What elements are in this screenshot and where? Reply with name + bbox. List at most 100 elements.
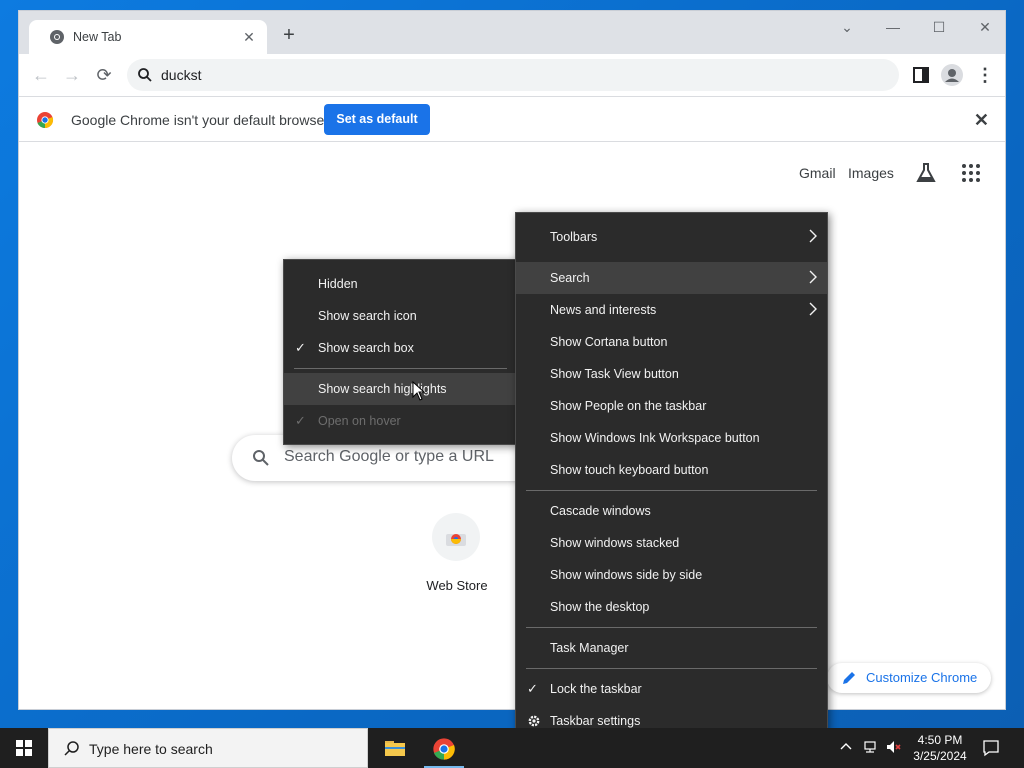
taskbar-search-box[interactable]: Type here to search: [48, 728, 368, 768]
search-icon: [138, 68, 152, 82]
customize-chrome-label: Customize Chrome: [866, 670, 978, 685]
gear-icon: [528, 715, 540, 727]
reload-button[interactable]: ⟳: [91, 62, 117, 88]
menu-item-show-windows-side-by-side[interactable]: Show windows side by side: [516, 559, 827, 591]
chevron-right-icon: [809, 229, 817, 243]
volume-muted-icon[interactable]: [885, 739, 901, 755]
ntp-search-placeholder: Search Google or type a URL: [284, 448, 494, 465]
menu-item-task-manager[interactable]: Task Manager: [516, 632, 827, 664]
menu-item-label: Toolbars: [550, 230, 598, 244]
menu-item-label: Show search highlights: [318, 382, 447, 396]
tab-new-tab[interactable]: New Tab ✕: [29, 20, 267, 54]
menu-item-toolbars[interactable]: Toolbars: [516, 221, 827, 253]
menu-item-show-people[interactable]: Show People on the taskbar: [516, 390, 827, 422]
title-bar: New Tab ✕ + ⌄ — ☐ ✕: [19, 11, 1005, 54]
menu-item-show-search-highlights[interactable]: Show search highlights: [284, 373, 517, 405]
tab-search-chevron-icon[interactable]: ⌄: [831, 15, 863, 39]
menu-item-label: Show touch keyboard button: [550, 463, 709, 477]
forward-button[interactable]: →: [59, 62, 85, 88]
google-apps-icon[interactable]: [961, 163, 981, 183]
tab-close-icon[interactable]: ✕: [239, 27, 259, 47]
menu-item-label: Open on hover: [318, 414, 401, 428]
checkmark-icon: ✓: [295, 340, 306, 355]
default-browser-infobar: Google Chrome isn't your default browser…: [19, 96, 1005, 142]
search-icon: [253, 450, 269, 466]
web-store-icon: [446, 534, 466, 546]
address-bar[interactable]: duckst: [127, 59, 899, 91]
search-submenu: Hidden Show search icon ✓ Show search bo…: [283, 259, 518, 445]
search-icon: [64, 741, 79, 756]
menu-item-show-task-view-button[interactable]: Show Task View button: [516, 358, 827, 390]
maximize-button[interactable]: ☐: [923, 15, 955, 39]
menu-item-label: Show search box: [318, 341, 414, 355]
menu-item-label: Show the desktop: [550, 600, 650, 614]
menu-item-show-search-icon[interactable]: Show search icon: [284, 300, 517, 332]
back-button[interactable]: ←: [28, 62, 54, 88]
clock-time: 4:50 PM: [917, 733, 963, 747]
checkmark-icon: ✓: [295, 413, 306, 428]
menu-item-label: Lock the taskbar: [550, 682, 642, 696]
minimize-button[interactable]: —: [877, 15, 909, 39]
menu-separator: [294, 368, 507, 369]
address-text[interactable]: duckst: [161, 67, 201, 83]
menu-kebab-icon[interactable]: ⋮: [973, 63, 997, 87]
menu-item-cascade-windows[interactable]: Cascade windows: [516, 495, 827, 527]
gmail-link[interactable]: Gmail: [799, 165, 836, 181]
chrome-logo-icon: [433, 738, 455, 760]
side-panel-icon[interactable]: [909, 63, 933, 87]
windows-taskbar: Type here to search 4:50 PM 3/25/2024: [0, 728, 1024, 768]
file-explorer-taskbar-button[interactable]: [371, 728, 419, 768]
menu-separator: [526, 627, 817, 628]
menu-item-label: Show Cortana button: [550, 335, 668, 349]
menu-separator: [526, 490, 817, 491]
menu-item-label: Show search icon: [318, 309, 417, 323]
profile-avatar-icon[interactable]: [940, 63, 964, 87]
pencil-icon: [843, 672, 855, 684]
menu-item-show-ink-workspace[interactable]: Show Windows Ink Workspace button: [516, 422, 827, 454]
menu-item-lock-the-taskbar[interactable]: ✓ Lock the taskbar: [516, 673, 827, 705]
chrome-taskbar-button[interactable]: [420, 728, 468, 768]
menu-item-search[interactable]: Search: [516, 262, 827, 294]
menu-item-label: Show People on the taskbar: [550, 399, 707, 413]
close-window-button[interactable]: ✕: [969, 15, 1001, 39]
menu-item-show-cortana-button[interactable]: Show Cortana button: [516, 326, 827, 358]
menu-item-show-search-box[interactable]: ✓ Show search box: [284, 332, 517, 364]
taskbar-clock[interactable]: 4:50 PM 3/25/2024: [908, 732, 972, 764]
menu-item-hidden[interactable]: Hidden: [284, 268, 517, 300]
menu-item-show-the-desktop[interactable]: Show the desktop: [516, 591, 827, 623]
menu-item-label: Cascade windows: [550, 504, 651, 518]
folder-icon: [385, 741, 405, 756]
menu-item-label: News and interests: [550, 303, 657, 317]
new-tab-button[interactable]: +: [277, 23, 301, 47]
infobar-message: Google Chrome isn't your default browser: [71, 112, 329, 128]
clock-date: 3/25/2024: [913, 749, 967, 763]
browser-toolbar: ← → ⟳ duckst ⋮: [19, 54, 1005, 96]
images-link[interactable]: Images: [848, 165, 894, 181]
labs-flask-icon[interactable]: [914, 161, 938, 185]
chevron-right-icon: [809, 270, 817, 284]
chrome-tab-icon: [50, 30, 64, 44]
menu-item-news-and-interests[interactable]: News and interests: [516, 294, 827, 326]
menu-item-label: Hidden: [318, 277, 358, 291]
windows-start-icon[interactable]: [0, 728, 48, 768]
menu-separator: [526, 668, 817, 669]
menu-item-label: Show windows side by side: [550, 568, 703, 582]
infobar-close-icon[interactable]: ✕: [974, 110, 989, 131]
taskbar-search-placeholder: Type here to search: [89, 741, 213, 757]
chevron-up-icon[interactable]: [838, 739, 854, 755]
customize-chrome-button[interactable]: Customize Chrome: [827, 663, 991, 693]
checkmark-icon: ✓: [527, 681, 538, 696]
web-store-label: Web Store: [426, 578, 488, 593]
network-icon[interactable]: [863, 739, 879, 755]
menu-item-show-windows-stacked[interactable]: Show windows stacked: [516, 527, 827, 559]
menu-item-open-on-hover: ✓ Open on hover: [284, 405, 517, 437]
menu-item-show-touch-keyboard[interactable]: Show touch keyboard button: [516, 454, 827, 486]
menu-item-label: Show Task View button: [550, 367, 679, 381]
notification-center-icon[interactable]: [982, 739, 1000, 757]
menu-item-label: Task Manager: [550, 641, 629, 655]
tab-title: New Tab: [73, 30, 122, 44]
set-as-default-button[interactable]: Set as default: [324, 104, 430, 135]
chrome-logo-icon: [37, 112, 54, 129]
menu-item-label: Show Windows Ink Workspace button: [550, 431, 760, 445]
web-store-shortcut[interactable]: [432, 513, 480, 561]
